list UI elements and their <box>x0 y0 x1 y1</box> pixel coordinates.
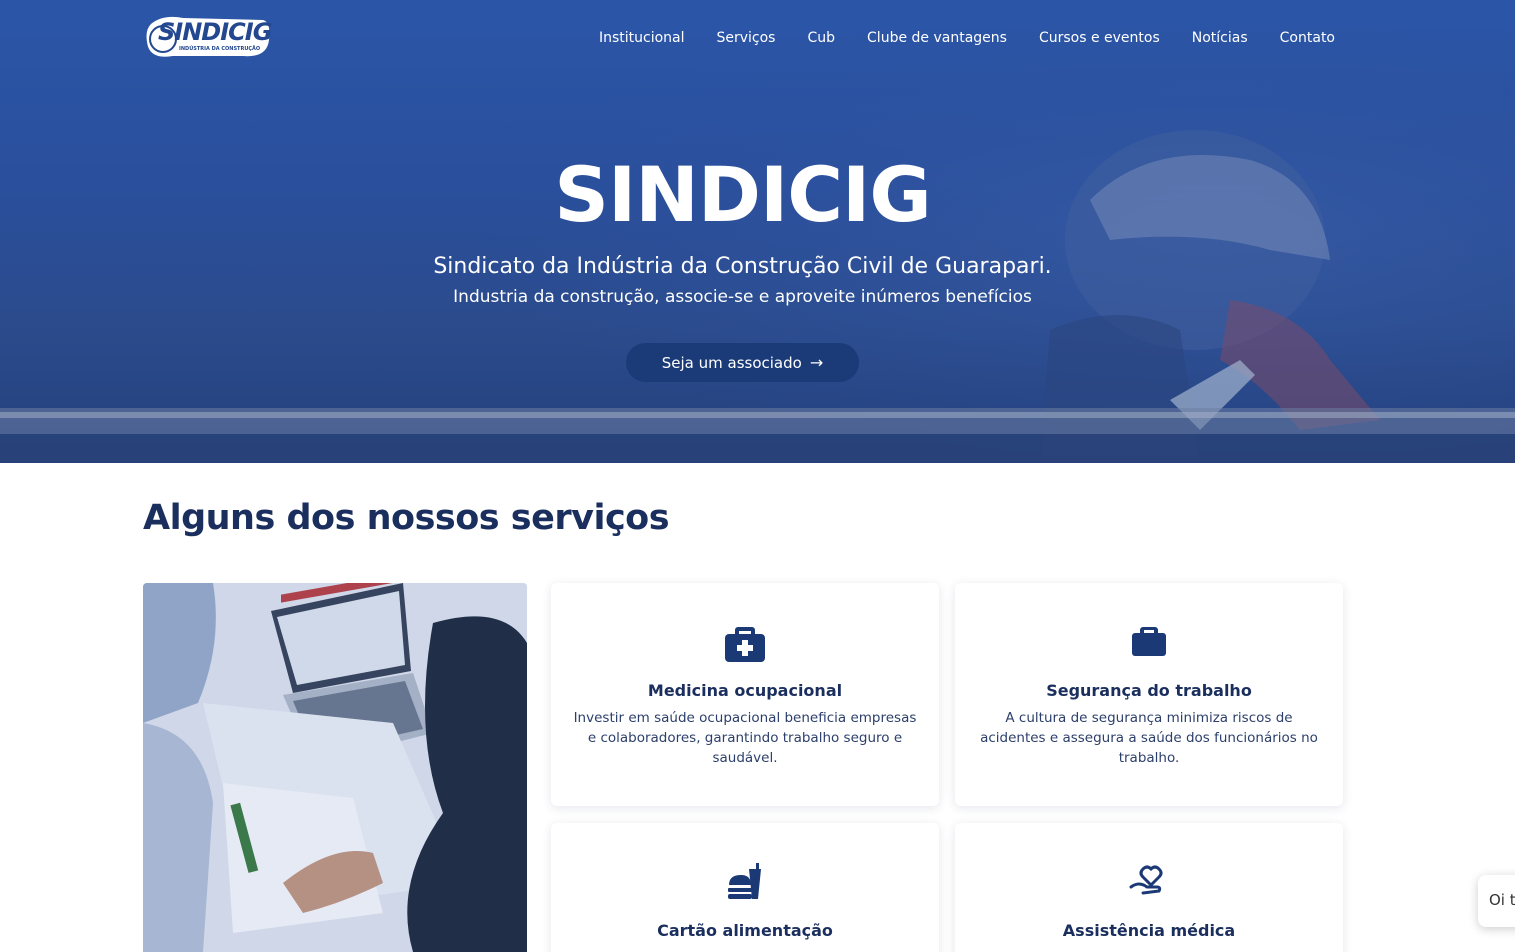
card-description: Investir em saúde ocupacional beneficia … <box>573 710 917 766</box>
logo-subtext: INDÚSTRIA DA CONSTRUÇÃO <box>179 46 261 52</box>
services-photo <box>143 583 527 952</box>
hero-subtitle: Sindicato da Indústria da Construção Civ… <box>433 254 1052 279</box>
nav-item-contato[interactable]: Contato <box>1280 30 1335 46</box>
hero-section: SINDICIG INDÚSTRIA DA CONSTRUÇÃO Institu… <box>0 0 1515 463</box>
nav-item-servicos[interactable]: Serviços <box>716 30 775 46</box>
food-icon <box>728 863 761 899</box>
chat-widget[interactable]: Oi tu <box>1478 875 1515 927</box>
arrow-right-icon: → <box>809 353 824 372</box>
service-card-seguranca-do-trabalho[interactable]: Segurança do trabalho A cultura de segur… <box>955 583 1343 806</box>
services-section-title: Alguns dos nossos serviços <box>143 498 670 538</box>
chat-greeting: Oi tu <box>1489 891 1515 909</box>
nav-menu: Institucional Serviços Cub Clube de vant… <box>599 30 1335 46</box>
service-card-cartao-alimentacao[interactable]: Cartão alimentação <box>551 823 939 952</box>
nav-item-institucional[interactable]: Institucional <box>599 30 685 46</box>
nav-item-cursos-e-eventos[interactable]: Cursos e eventos <box>1039 30 1160 46</box>
cta-label: Seja um associado <box>661 353 802 372</box>
card-description: A cultura de segurança minimiza riscos d… <box>980 710 1318 766</box>
office-planning-illustration <box>143 583 527 952</box>
logo-text: SINDICIG <box>158 18 272 46</box>
become-member-button[interactable]: Seja um associado → <box>626 343 859 382</box>
medical-kit-icon <box>725 627 765 662</box>
nav-item-clube-de-vantagens[interactable]: Clube de vantagens <box>867 30 1007 46</box>
nav-item-noticias[interactable]: Notícias <box>1192 30 1248 46</box>
card-title: Medicina ocupacional <box>647 681 843 700</box>
briefcase-icon <box>1132 627 1166 656</box>
nav-item-cub[interactable]: Cub <box>807 30 835 46</box>
hand-heart-icon <box>1129 865 1163 895</box>
sindicig-logo[interactable]: SINDICIG INDÚSTRIA DA CONSTRUÇÃO <box>143 14 272 62</box>
card-title: Segurança do trabalho <box>1046 681 1252 700</box>
card-title: Assistência médica <box>1062 921 1236 940</box>
service-card-medicina-ocupacional[interactable]: Medicina ocupacional Investir em saúde o… <box>551 583 939 806</box>
card-title: Cartão alimentação <box>657 921 833 940</box>
service-card-assistencia-medica[interactable]: Assistência médica <box>955 823 1343 952</box>
hero-title: SINDICIG <box>554 150 931 239</box>
top-navigation: SINDICIG INDÚSTRIA DA CONSTRUÇÃO Institu… <box>0 0 1515 78</box>
hero-tagline: Industria da construção, associe-se e ap… <box>453 287 1032 307</box>
